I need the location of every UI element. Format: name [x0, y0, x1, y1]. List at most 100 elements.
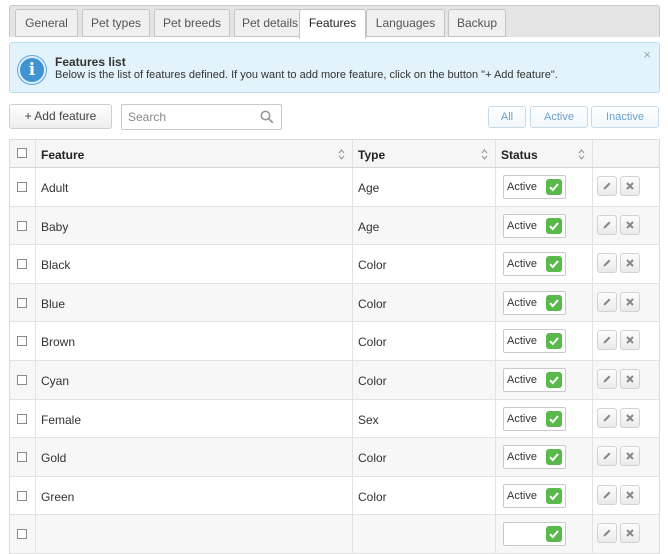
type-cell: Color	[353, 322, 496, 360]
edit-button[interactable]	[597, 446, 617, 467]
row-checkbox[interactable]	[17, 452, 27, 463]
edit-button[interactable]	[597, 176, 617, 196]
sort-icon[interactable]	[338, 149, 345, 160]
info-title: Features list	[55, 55, 126, 69]
edit-button[interactable]	[597, 368, 617, 389]
check-icon	[546, 371, 562, 388]
tab-pet-types[interactable]: Pet types	[82, 9, 150, 37]
status-toggle[interactable]: Active	[503, 252, 566, 277]
feature-cell: Female	[36, 399, 353, 438]
status-toggle[interactable]: Active	[503, 175, 566, 199]
status-toggle[interactable]: Active	[503, 483, 566, 508]
check-icon	[546, 333, 562, 350]
actions-cell	[593, 438, 659, 476]
sort-icon[interactable]	[481, 149, 488, 160]
feature-name: Female	[41, 412, 82, 427]
tab-general[interactable]: General	[15, 9, 78, 37]
table-row	[10, 515, 659, 554]
tab-languages[interactable]: Languages	[366, 9, 445, 37]
delete-button[interactable]	[620, 253, 640, 274]
type-cell	[353, 515, 496, 553]
header-type[interactable]: Type	[353, 140, 496, 167]
status-label: Active	[507, 181, 537, 193]
type-cell: Color	[353, 476, 496, 515]
edit-button[interactable]	[597, 407, 617, 428]
tab-backup[interactable]: Backup	[448, 9, 506, 37]
row-checkbox[interactable]	[17, 297, 27, 308]
row-checkbox[interactable]	[17, 182, 27, 192]
status-toggle[interactable]	[503, 522, 566, 547]
edit-button[interactable]	[597, 291, 617, 312]
delete-button[interactable]	[620, 214, 640, 235]
filter-active-button[interactable]: Active	[530, 106, 588, 128]
tab-features[interactable]: Features	[299, 9, 366, 39]
add-feature-button[interactable]: + Add feature	[9, 104, 112, 129]
status-toggle[interactable]: Active	[503, 329, 566, 354]
status-toggle[interactable]: Active	[503, 367, 566, 392]
edit-button[interactable]	[597, 484, 617, 505]
info-text: Below is the list of features defined. I…	[55, 69, 558, 81]
status-cell: Active	[496, 283, 593, 322]
status-cell: Active	[496, 360, 593, 399]
table-row: Blue Color Active	[10, 283, 659, 323]
row-checkbox[interactable]	[17, 529, 27, 540]
tab-bar: General Pet types Pet breeds Pet details…	[9, 5, 660, 39]
filter-all-button[interactable]: All	[488, 106, 526, 128]
table-header: Feature Type Status	[10, 140, 659, 168]
search-icon[interactable]	[260, 110, 274, 124]
delete-button[interactable]	[620, 291, 640, 312]
row-checkbox[interactable]	[17, 374, 27, 385]
edit-button[interactable]	[597, 523, 617, 544]
feature-cell: Black	[36, 245, 353, 283]
status-label: Active	[507, 258, 537, 271]
feature-name: Green	[41, 489, 75, 504]
header-actions	[593, 140, 659, 167]
table-row: Female Sex Active	[10, 399, 659, 439]
delete-button[interactable]	[620, 368, 640, 389]
edit-button[interactable]	[597, 214, 617, 235]
status-label: Active	[507, 373, 537, 386]
delete-button[interactable]	[620, 407, 640, 428]
actions-cell	[593, 361, 659, 399]
edit-button[interactable]	[597, 253, 617, 274]
tab-pet-details[interactable]: Pet details	[234, 9, 306, 37]
row-select-cell	[10, 399, 36, 438]
check-icon	[546, 179, 562, 195]
delete-button[interactable]	[620, 446, 640, 467]
close-icon[interactable]: ×	[643, 47, 651, 62]
type-cell: Sex	[353, 399, 496, 438]
delete-button[interactable]	[620, 176, 640, 196]
feature-name: Brown	[41, 335, 76, 350]
row-select-cell	[10, 515, 36, 553]
row-checkbox[interactable]	[17, 490, 27, 501]
actions-cell	[593, 322, 659, 360]
table-row: Black Color Active	[10, 245, 659, 284]
filter-inactive-button[interactable]: Inactive	[591, 106, 659, 128]
search-input[interactable]	[122, 105, 252, 129]
status-toggle[interactable]: Active	[503, 290, 566, 315]
type-cell: Color	[353, 438, 496, 476]
check-icon	[546, 217, 562, 234]
delete-button[interactable]	[620, 484, 640, 505]
sort-icon[interactable]	[578, 149, 585, 160]
status-toggle[interactable]: Active	[503, 445, 566, 470]
edit-button[interactable]	[597, 330, 617, 351]
header-feature[interactable]: Feature	[36, 140, 353, 167]
delete-button[interactable]	[620, 523, 640, 544]
select-all-checkbox[interactable]	[17, 148, 27, 158]
row-checkbox[interactable]	[17, 336, 27, 347]
row-checkbox[interactable]	[17, 413, 27, 424]
header-type-label: Type	[358, 148, 386, 162]
tab-pet-breeds[interactable]: Pet breeds	[154, 9, 230, 37]
row-checkbox[interactable]	[17, 259, 27, 270]
status-toggle[interactable]: Active	[503, 406, 566, 431]
status-toggle[interactable]: Active	[503, 213, 566, 238]
status-label: Active	[507, 489, 537, 502]
actions-cell	[593, 207, 659, 245]
check-icon	[546, 294, 562, 311]
status-cell: Active	[496, 206, 593, 245]
row-checkbox[interactable]	[17, 220, 27, 231]
type-cell: Age	[353, 168, 496, 206]
delete-button[interactable]	[620, 330, 640, 351]
header-status[interactable]: Status	[496, 140, 593, 167]
